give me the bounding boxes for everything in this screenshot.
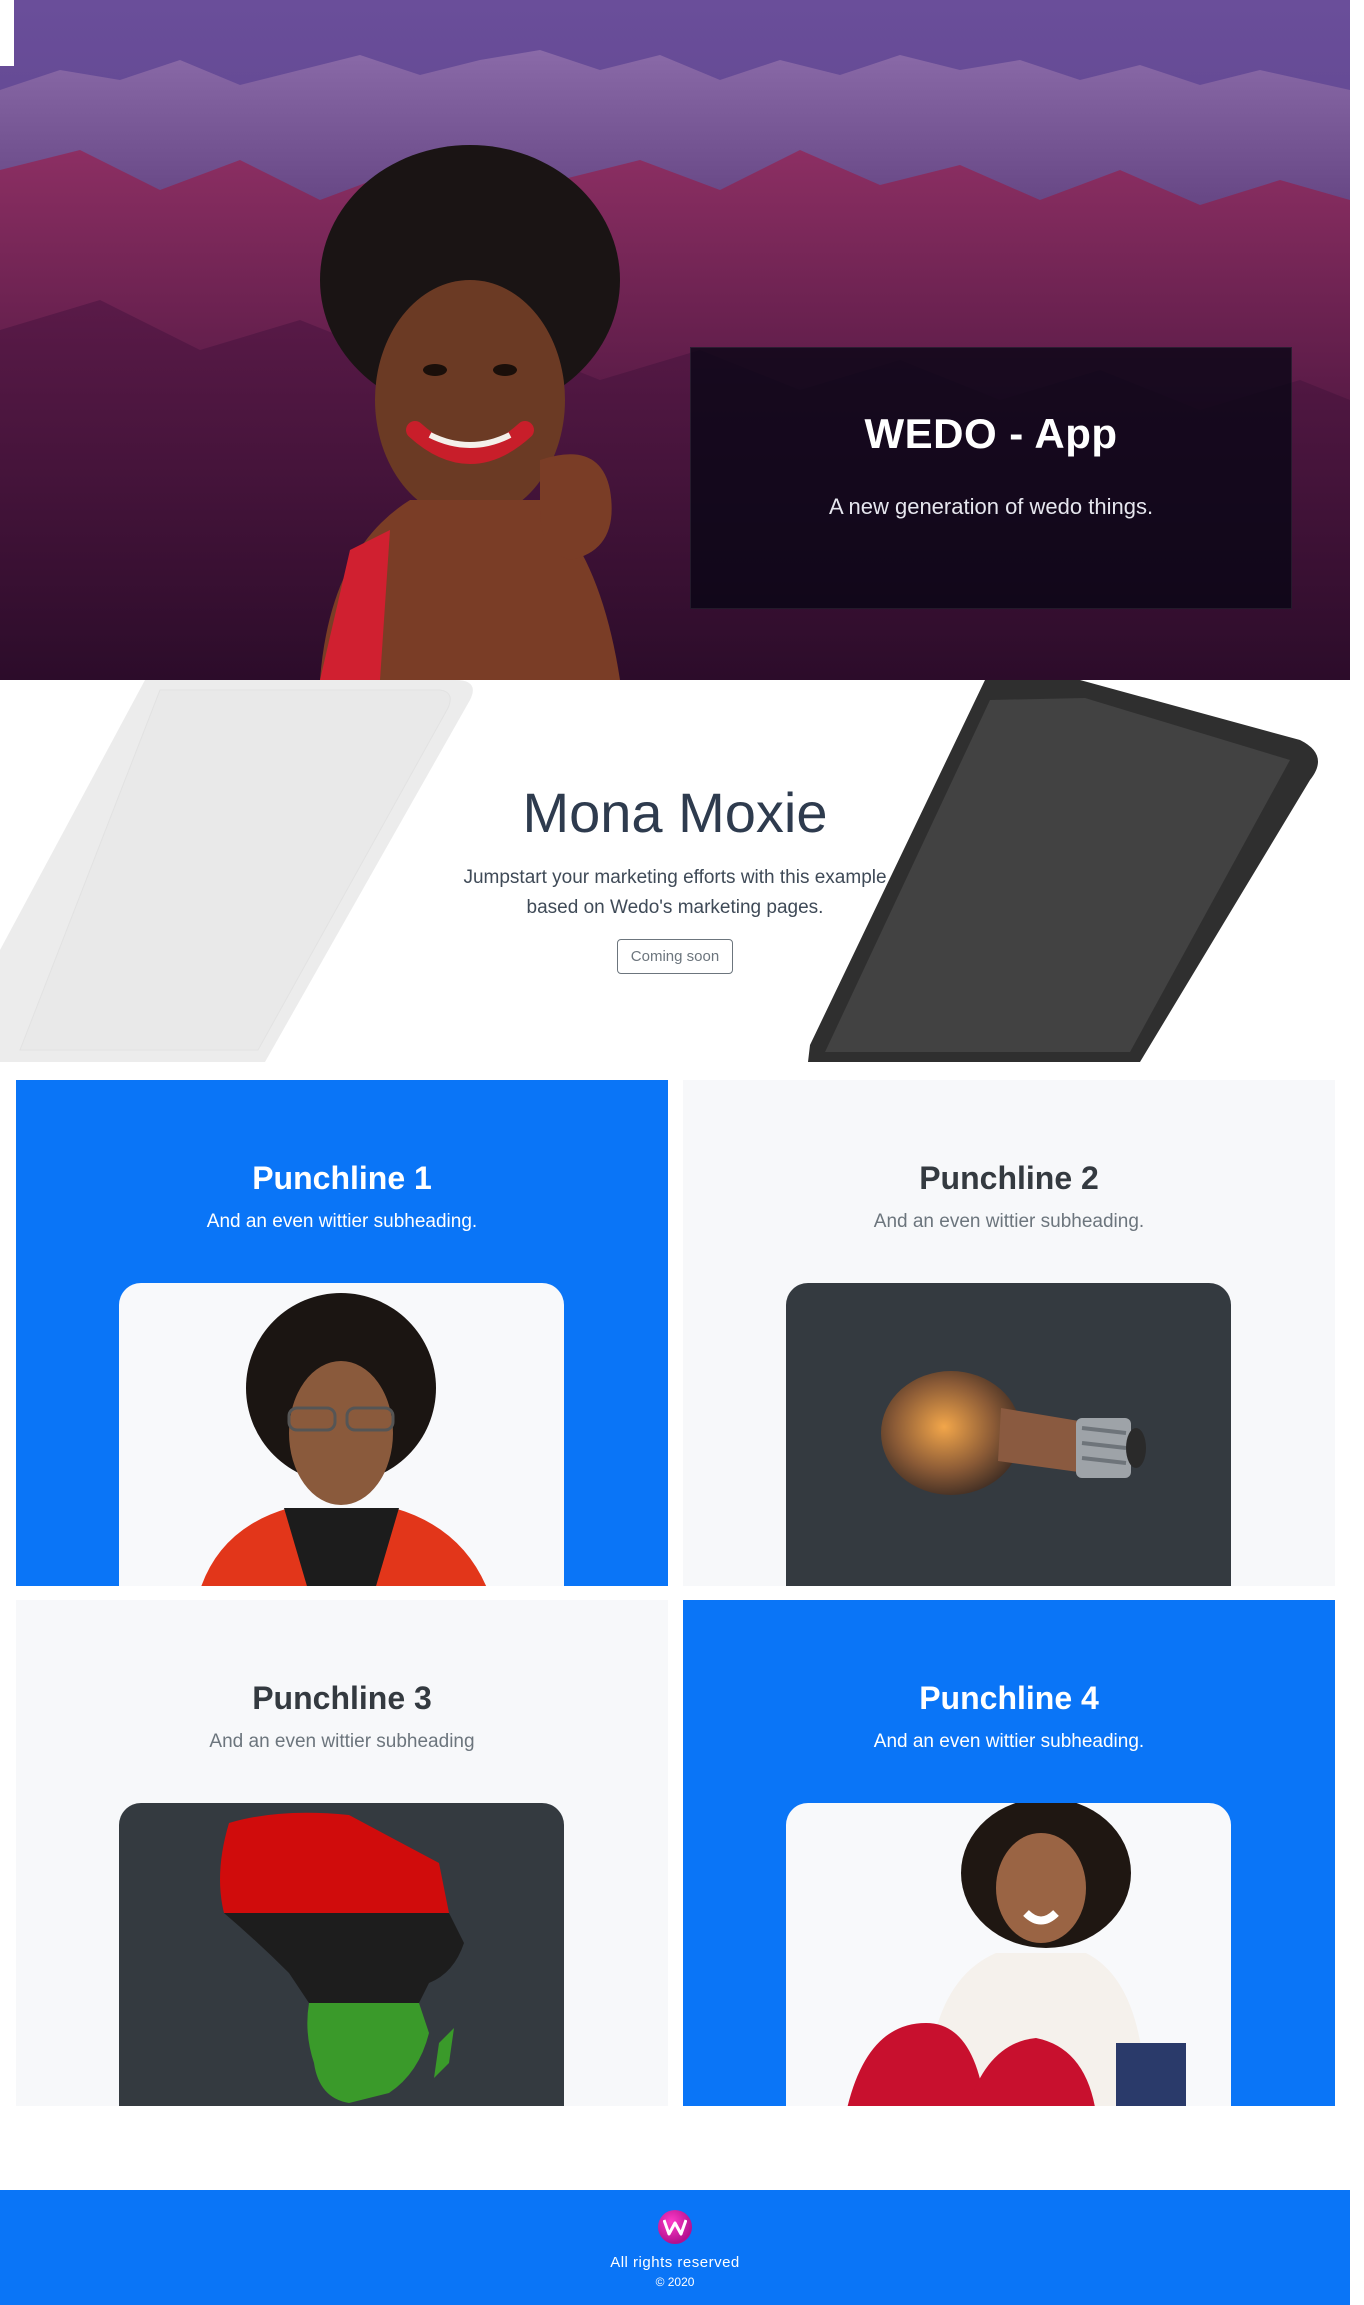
panel-image-card <box>119 1803 564 2106</box>
hero-section: WEDO - App A new generation of wedo thin… <box>0 0 1350 680</box>
footer-rights-text: All rights reserved <box>610 2254 740 2271</box>
panel-title: Punchline 3 <box>252 1680 432 1716</box>
promo-content: Mona Moxie Jumpstart your marketing effo… <box>0 680 1350 974</box>
africa-flag-map-image <box>220 1812 464 2103</box>
footer: All rights reserved © 2020 <box>0 2190 1350 2305</box>
light-bulb-image <box>881 1371 1146 1495</box>
promo-section: Mona Moxie Jumpstart your marketing effo… <box>0 680 1350 1062</box>
punchline-panel-3: Punchline 3 And an even wittier subheadi… <box>16 1600 668 2106</box>
panel-subtitle: And an even wittier subheading <box>209 1731 475 1752</box>
young-man-portrait-image <box>201 1293 487 1586</box>
panel-subtitle: And an even wittier subheading. <box>873 1211 1145 1232</box>
panel-subtitle: And an even wittier subheading. <box>206 1211 478 1232</box>
panel-title: Punchline 2 <box>919 1160 1099 1196</box>
laughing-woman-image <box>847 1803 1186 2106</box>
hero-subtitle: A new generation of wedo things. <box>828 494 1154 519</box>
coming-soon-button[interactable]: Coming soon <box>616 939 734 974</box>
punchline-panel-1: Punchline 1 And an even wittier subheadi… <box>16 1080 668 1586</box>
panel-image-card <box>786 1283 1231 1586</box>
promo-lead: Jumpstart your marketing efforts with th… <box>463 867 887 918</box>
panel-image-card <box>119 1283 564 1586</box>
smiling-woman-image <box>320 145 620 680</box>
punchline-panel-2: Punchline 2 And an even wittier subheadi… <box>683 1080 1335 1586</box>
hero-caption-box: WEDO - App A new generation of wedo thin… <box>690 347 1292 609</box>
panel-title: Punchline 1 <box>252 1160 432 1196</box>
promo-title: Mona Moxie <box>522 781 828 844</box>
wedo-logo-icon[interactable] <box>658 2210 692 2244</box>
punchline-panel-4: Punchline 4 And an even wittier subheadi… <box>683 1600 1335 2106</box>
hero-title: WEDO - App <box>864 410 1118 457</box>
footer-copyright: © 2020 <box>655 2275 695 2289</box>
panel-subtitle: And an even wittier subheading. <box>873 1731 1145 1752</box>
panel-image-card <box>786 1803 1231 2106</box>
panel-title: Punchline 4 <box>919 1680 1099 1716</box>
hero-corner-gap <box>0 0 14 66</box>
